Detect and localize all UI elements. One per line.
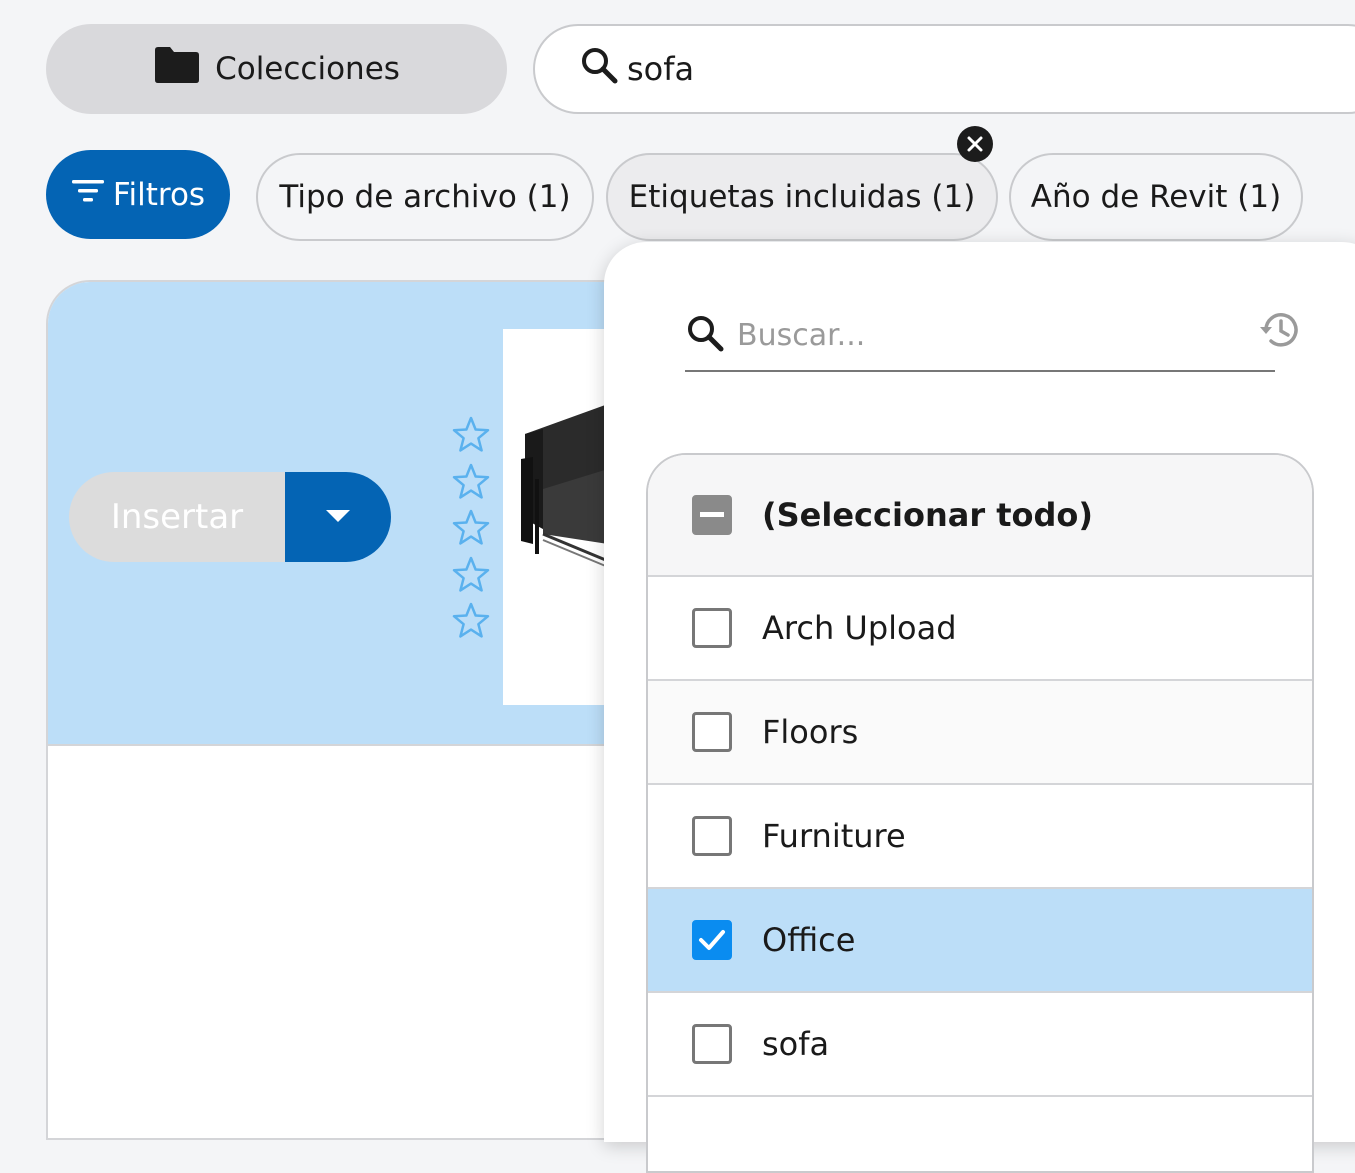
filter-chip-file-type[interactable]: Tipo de archivo (1)	[256, 153, 594, 241]
folder-icon	[153, 46, 201, 92]
clear-filter-icon[interactable]	[957, 126, 993, 162]
filters-button[interactable]: Filtros	[46, 150, 230, 239]
checkbox[interactable]	[692, 816, 732, 856]
tag-option-next[interactable]	[648, 1097, 1312, 1171]
checkmark-icon[interactable]	[692, 920, 732, 960]
option-label: (Seleccionar todo)	[762, 496, 1094, 534]
checkbox[interactable]	[692, 1024, 732, 1064]
search-icon	[685, 313, 725, 357]
option-label: Arch Upload	[762, 609, 957, 647]
chip-label: Tipo de archivo (1)	[279, 179, 571, 215]
star-icon[interactable]	[451, 555, 491, 595]
insert-button[interactable]: Insertar	[69, 472, 285, 562]
checkbox[interactable]	[692, 608, 732, 648]
option-label: Floors	[762, 713, 859, 751]
search-value: sofa	[627, 50, 695, 88]
filters-label: Filtros	[112, 176, 206, 213]
tag-search-field[interactable]	[685, 300, 1275, 372]
history-icon[interactable]	[1256, 306, 1304, 354]
collections-label: Colecciones	[215, 51, 400, 87]
tag-search-input[interactable]	[735, 316, 1239, 354]
option-label: Furniture	[762, 817, 906, 855]
filter-icon	[71, 177, 105, 213]
indeterminate-checkbox-icon[interactable]	[692, 495, 732, 535]
chip-label: Etiquetas incluidas (1)	[628, 179, 976, 215]
tags-filter-panel: (Seleccionar todo) Arch Upload Floors Fu…	[604, 242, 1355, 1173]
collections-button[interactable]: Colecciones	[46, 24, 507, 114]
insert-dropdown-button[interactable]	[285, 472, 391, 562]
option-label: Office	[762, 921, 856, 959]
search-input[interactable]: sofa	[533, 24, 1355, 114]
star-icon[interactable]	[451, 462, 491, 502]
checkbox[interactable]	[692, 712, 732, 752]
chip-label: Año de Revit (1)	[1030, 179, 1282, 215]
star-icon[interactable]	[451, 508, 491, 548]
star-icon[interactable]	[451, 601, 491, 641]
tag-options-list: (Seleccionar todo) Arch Upload Floors Fu…	[646, 453, 1314, 1173]
tag-option-office[interactable]: Office	[648, 889, 1312, 993]
tag-option-sofa[interactable]: sofa	[648, 993, 1312, 1097]
filter-chip-revit-year[interactable]: Año de Revit (1)	[1009, 153, 1303, 241]
card-header: Insertar	[48, 282, 644, 746]
result-card[interactable]: Insertar	[46, 280, 646, 1140]
filter-chip-included-tags[interactable]: Etiquetas incluidas (1)	[606, 153, 998, 241]
select-all-option[interactable]: (Seleccionar todo)	[648, 455, 1312, 577]
caret-down-icon	[325, 508, 351, 527]
star-icon[interactable]	[451, 415, 491, 455]
insert-split-button: Insertar	[69, 472, 391, 562]
tag-option-floors[interactable]: Floors	[648, 681, 1312, 785]
tag-option-furniture[interactable]: Furniture	[648, 785, 1312, 889]
tag-option-arch-upload[interactable]: Arch Upload	[648, 577, 1312, 681]
option-label: sofa	[762, 1025, 830, 1063]
search-icon	[579, 45, 619, 93]
